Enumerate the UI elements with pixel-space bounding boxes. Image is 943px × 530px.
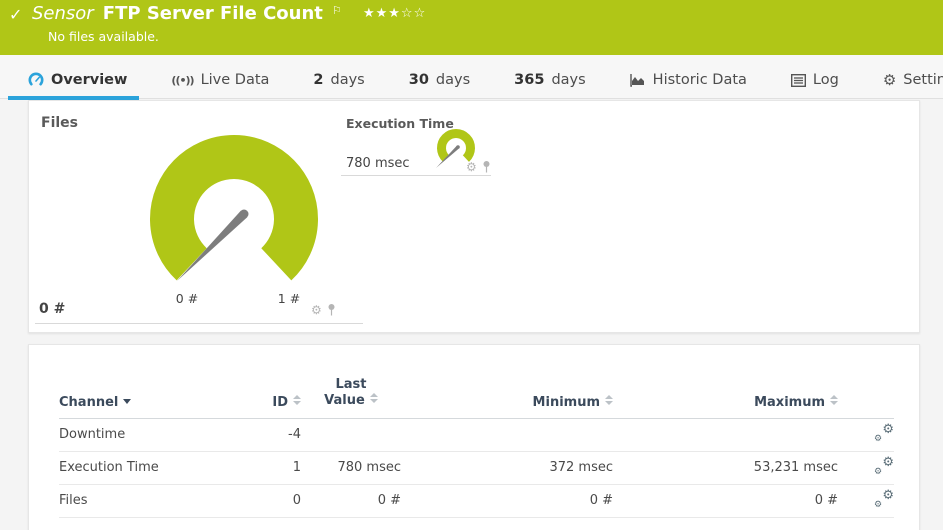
status-ok-icon: ✓ [9,5,22,24]
files-gauge-min-label: 0 # [167,291,207,306]
cell-minimum: 0 # [401,484,613,517]
sensor-titleline: Sensor FTP Server File Count ⚐ ★★★☆☆ [32,3,426,24]
priority-stars[interactable]: ★★★☆☆ [363,6,426,21]
sort-icon [605,395,613,405]
sort-icon [293,395,301,405]
files-gauge-tools: ⚙ [311,304,336,316]
channel-settings-icon[interactable]: ⚙⚙ [874,457,894,475]
tab-overview[interactable]: Overview [28,66,127,100]
channel-table: Channel ID LastValue Minimum Maximum Dow… [59,373,894,518]
tab-label: Log [813,72,839,88]
execution-time-current-value: 780 msec [346,156,410,171]
sensor-status-message: No files available. [48,29,159,44]
tab-label: Overview [51,72,127,88]
cell-maximum [613,418,838,451]
cell-channel[interactable]: Downtime [59,418,249,451]
cell-id: 1 [249,451,301,484]
execution-time-panel-divider [341,175,491,176]
files-gauge-max-label: 1 # [269,291,309,306]
channel-settings-icon[interactable]: ⚙⚙ [874,424,894,442]
cell-last-value: 780 msec [301,451,401,484]
gear-icon: ⚙ [883,71,896,89]
gear-icon[interactable]: ⚙ [466,161,477,173]
pin-icon[interactable] [327,304,336,316]
channels-panel: Channel ID LastValue Minimum Maximum Dow… [28,344,920,530]
live-data-icon: ((•)) [171,74,193,87]
tab-number: 2 [313,72,323,88]
sensor-kind-label: Sensor [32,3,94,24]
column-header-channel[interactable]: Channel [59,373,249,418]
flag-icon[interactable]: ⚐ [332,4,342,17]
column-header-minimum[interactable]: Minimum [401,373,613,418]
sensor-title: FTP Server File Count [103,3,323,24]
channel-row-downtime[interactable]: Downtime -4 ⚙⚙ [59,418,894,451]
gear-icon[interactable]: ⚙ [311,304,322,316]
gauges-panel: Files 0 # 1 # 0 # ⚙ Execution Time 780 m… [28,100,920,333]
tab-log[interactable]: Log [791,66,839,100]
sort-icon [830,395,838,405]
tab-live-data[interactable]: ((•)) Live Data [171,66,269,100]
sort-icon [370,393,378,403]
column-header-id[interactable]: ID [249,373,301,418]
stars-filled: ★★★ [363,6,401,21]
tab-label: days [331,72,365,88]
files-panel-divider [35,323,363,324]
gauge-icon [28,72,44,88]
cell-channel[interactable]: Files [59,484,249,517]
tab-historic-data[interactable]: Historic Data [630,66,747,100]
tab-365-days[interactable]: 365 days [514,66,586,100]
cell-last-value [301,418,401,451]
prtg-sensor-page: ✓ Sensor FTP Server File Count ⚐ ★★★☆☆ N… [0,0,943,530]
sensor-header: ✓ Sensor FTP Server File Count ⚐ ★★★☆☆ N… [0,0,943,55]
cell-channel[interactable]: Execution Time [59,451,249,484]
sort-desc-icon [123,399,131,404]
tab-settings[interactable]: ⚙ Settings [883,65,943,101]
tab-2-days[interactable]: 2 days [313,66,364,100]
tab-number: 365 [514,72,544,88]
stars-empty: ☆☆ [401,6,426,21]
cell-last-value: 0 # [301,484,401,517]
historic-data-icon [630,73,646,87]
cell-maximum: 0 # [613,484,838,517]
channel-row-files[interactable]: Files 0 0 # 0 # 0 # ⚙⚙ [59,484,894,517]
tab-strip: Overview ((•)) Live Data 2 days 30 days … [0,55,943,99]
pin-icon[interactable] [482,161,491,173]
tab-label: days [551,72,585,88]
files-current-value: 0 # [39,301,65,317]
tab-label: Live Data [201,72,270,88]
files-gauge [134,119,334,319]
cell-id: 0 [249,484,301,517]
channel-row-execution-time[interactable]: Execution Time 1 780 msec 372 msec 53,23… [59,451,894,484]
cell-minimum: 372 msec [401,451,613,484]
log-icon [791,74,806,87]
channel-settings-icon[interactable]: ⚙⚙ [874,490,894,508]
execution-time-gauge-tools: ⚙ [466,161,491,173]
tab-label: Settings [903,72,943,88]
column-header-actions [838,373,894,418]
tab-30-days[interactable]: 30 days [409,66,470,100]
cell-maximum: 53,231 msec [613,451,838,484]
files-gauge-title: Files [41,115,78,131]
cell-minimum [401,418,613,451]
tab-label: days [436,72,470,88]
tab-label: Historic Data [653,72,747,88]
column-header-last-value[interactable]: LastValue [301,373,401,418]
column-header-maximum[interactable]: Maximum [613,373,838,418]
tab-number: 30 [409,72,429,88]
cell-id: -4 [249,418,301,451]
channel-table-header-row: Channel ID LastValue Minimum Maximum [59,373,894,418]
